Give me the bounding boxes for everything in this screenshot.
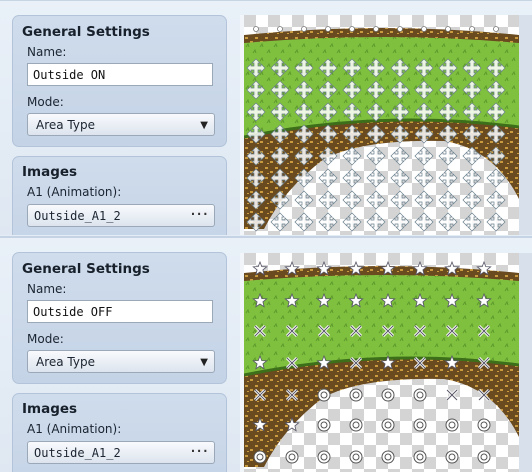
a1-image-value: Outside_A1_2: [34, 446, 121, 460]
mode-label: Mode:: [27, 95, 64, 109]
preview-scrollbar[interactable]: [519, 253, 532, 472]
chevron-down-icon: ▼: [200, 357, 208, 368]
name-field[interactable]: Outside ON: [27, 63, 213, 86]
a1-label: A1 (Animation):: [27, 422, 122, 436]
images-title: Images: [22, 401, 78, 417]
general-settings-title: General Settings: [22, 24, 150, 40]
tileset-preview[interactable]: [240, 15, 519, 235]
tileset-preview-canvas[interactable]: [244, 253, 519, 472]
tileset-panel-off: General Settings Name: Outside OFF Mode:…: [0, 236, 532, 472]
tileset-preview[interactable]: [240, 253, 519, 472]
preview-scrollbar[interactable]: [519, 15, 532, 235]
tileset-panel-on: General Settings Name: Outside ON Mode: …: [0, 0, 532, 235]
name-field[interactable]: Outside OFF: [27, 300, 213, 323]
name-label: Name:: [27, 282, 67, 296]
name-label: Name:: [27, 45, 67, 59]
tileset-preview-canvas[interactable]: [244, 15, 519, 235]
a1-label: A1 (Animation):: [27, 185, 122, 199]
a1-image-value: Outside_A1_2: [34, 209, 121, 223]
general-settings-title: General Settings: [22, 261, 150, 277]
images-group: Images A1 (Animation): Outside_A1_2 ···: [12, 156, 227, 235]
a1-image-picker[interactable]: Outside_A1_2 ···: [27, 441, 215, 464]
a1-image-picker[interactable]: Outside_A1_2 ···: [27, 204, 215, 227]
mode-select[interactable]: Area Type ▼: [27, 113, 215, 136]
mode-select-value: Area Type: [36, 118, 95, 132]
images-title: Images: [22, 164, 78, 180]
mode-select-value: Area Type: [36, 355, 95, 369]
general-settings-group: General Settings Name: Outside ON Mode: …: [12, 15, 227, 147]
chevron-down-icon: ▼: [200, 120, 208, 131]
mode-label: Mode:: [27, 332, 64, 346]
images-group: Images A1 (Animation): Outside_A1_2 ···: [12, 393, 227, 472]
general-settings-group: General Settings Name: Outside OFF Mode:…: [12, 252, 227, 384]
more-icon[interactable]: ···: [189, 444, 209, 458]
more-icon[interactable]: ···: [189, 207, 209, 221]
mode-select[interactable]: Area Type ▼: [27, 350, 215, 373]
